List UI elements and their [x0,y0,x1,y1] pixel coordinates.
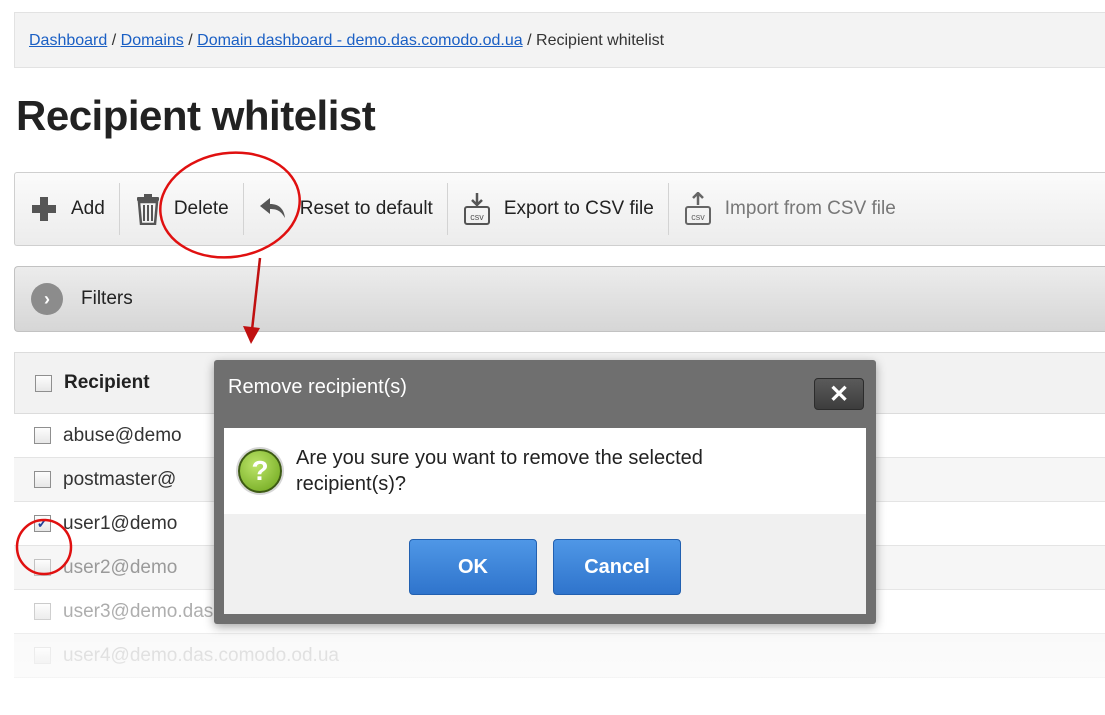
filters-label: Filters [81,288,133,309]
breadcrumb: Dashboard / Domains / Domain dashboard -… [14,12,1105,68]
trash-icon [134,193,162,225]
dialog-title: Remove recipient(s) [228,376,407,398]
dialog-body: ? Are you sure you want to remove the se… [224,428,866,514]
undo-icon [258,196,288,222]
svg-text:csv: csv [470,212,484,222]
recipient-email: user4@demo.das.comodo.od.ua [63,644,339,666]
filters-panel[interactable]: › Filters [14,266,1105,332]
breadcrumb-separator: / [527,32,532,49]
row-checkbox[interactable] [34,427,51,444]
dialog-footer: OK Cancel [224,514,866,614]
csv-export-icon: csv [462,192,492,226]
question-icon: ? [238,449,282,493]
close-icon[interactable]: ✕ [814,378,864,410]
toolbar: Add Delete Reset to default csv Export t… [14,172,1105,246]
svg-text:csv: csv [691,212,705,222]
breadcrumb-separator: / [111,32,117,49]
recipient-email: user1@demo [63,512,178,534]
row-checkbox[interactable] [34,603,51,620]
breadcrumb-domain-dashboard-link[interactable]: Domain dashboard - demo.das.comodo.od.ua [197,32,523,49]
export-csv-button[interactable]: csv Export to CSV file [448,172,668,246]
plus-icon [29,194,59,224]
table-row: user4@demo.das.comodo.od.ua [14,634,1105,678]
row-checkbox[interactable] [34,647,51,664]
export-button-label: Export to CSV file [503,198,654,219]
reset-button-label: Reset to default [299,198,433,219]
import-csv-button[interactable]: csv Import from CSV file [669,172,910,246]
row-checkbox[interactable] [34,471,51,488]
recipient-email: abuse@demo [63,424,182,446]
breadcrumb-domains-link[interactable]: Domains [121,32,184,49]
recipient-column-header[interactable]: Recipient [64,372,150,394]
csv-import-icon: csv [683,192,713,226]
row-checkbox[interactable] [34,559,51,576]
recipient-email: user2@demo [63,556,178,578]
select-all-checkbox[interactable] [35,374,52,392]
chevron-right-icon: › [31,283,63,315]
add-button[interactable]: Add [15,172,119,246]
cancel-button[interactable]: Cancel [553,539,681,595]
add-button-label: Add [71,198,105,219]
delete-button-label: Delete [173,198,229,219]
breadcrumb-dashboard-link[interactable]: Dashboard [29,32,107,49]
ok-button[interactable]: OK [409,539,537,595]
remove-recipient-dialog: Remove recipient(s) ✕ ? Are you sure you… [214,360,876,624]
recipient-email: postmaster@ [63,468,177,490]
delete-button[interactable]: Delete [120,172,243,246]
breadcrumb-current: Recipient whitelist [536,32,665,49]
breadcrumb-separator: / [188,32,193,49]
row-checkbox-checked[interactable]: ✓ [34,515,51,532]
page-title: Recipient whitelist [16,92,376,139]
import-button-label: Import from CSV file [724,198,896,219]
reset-to-default-button[interactable]: Reset to default [244,172,447,246]
dialog-message: Are you sure you want to remove the sele… [296,447,703,495]
